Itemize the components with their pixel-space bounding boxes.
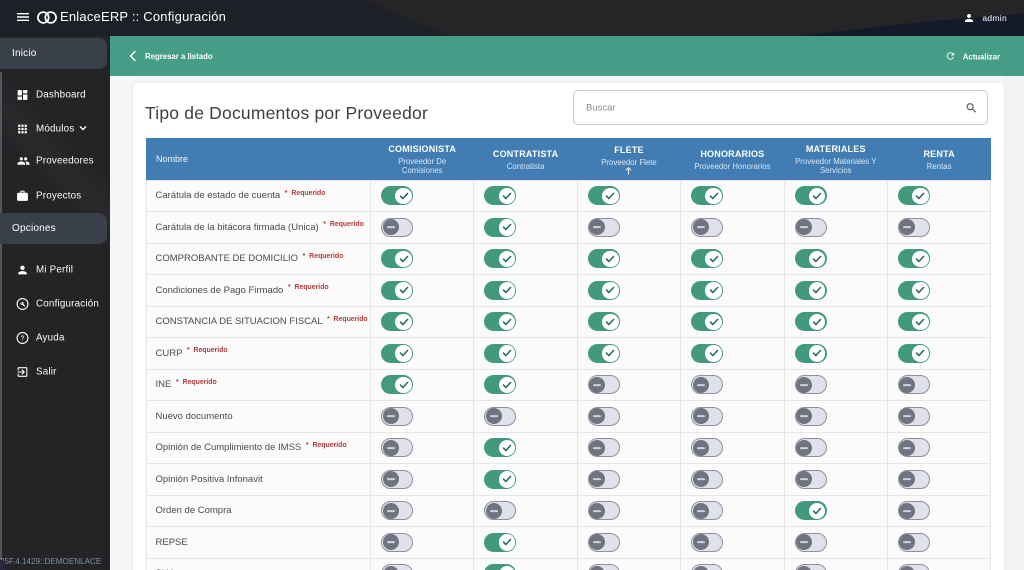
svg-text:?: ? [21,336,25,343]
